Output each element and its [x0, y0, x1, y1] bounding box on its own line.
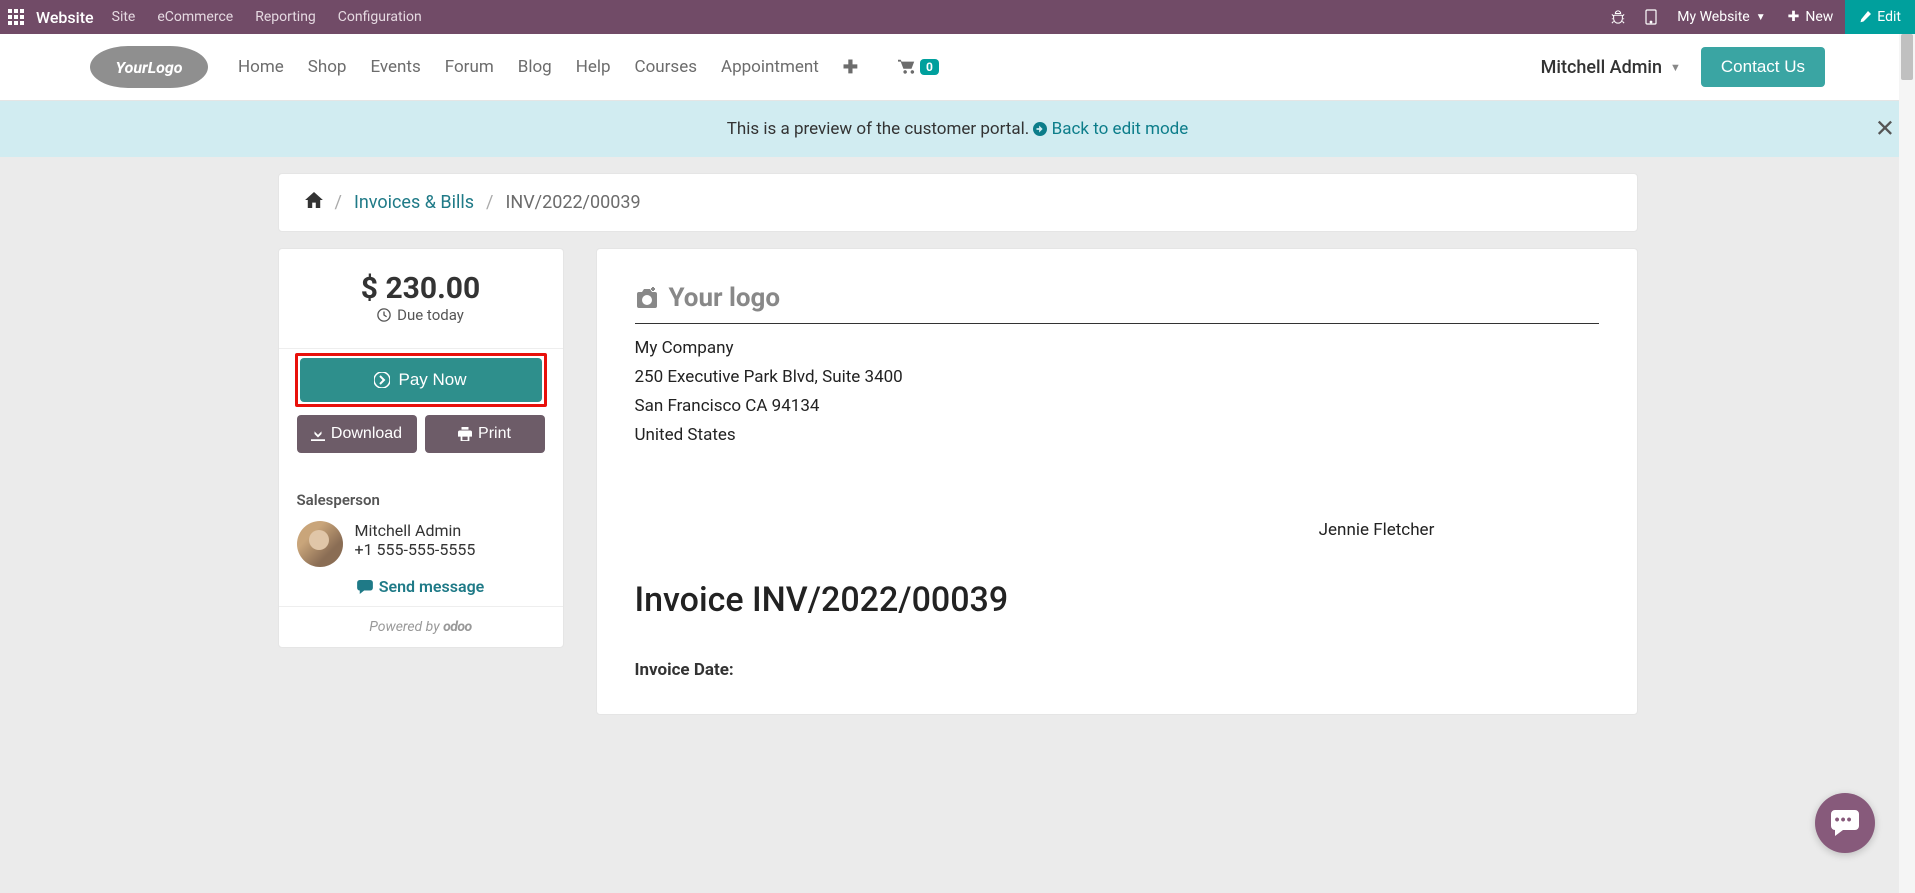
- menu-configuration[interactable]: Configuration: [338, 9, 422, 25]
- amount-value: $ 230.00: [297, 271, 545, 306]
- speech-bubble-icon: [1831, 810, 1859, 836]
- print-icon: [458, 427, 472, 441]
- topbar-menu: Site eCommerce Reporting Configuration: [112, 9, 422, 25]
- arrow-right-icon: [1033, 122, 1047, 136]
- close-banner-button[interactable]: ✕: [1875, 115, 1895, 144]
- breadcrumb-invoices[interactable]: Invoices & Bills: [354, 192, 474, 213]
- back-to-edit-link[interactable]: Back to edit mode: [1033, 119, 1188, 139]
- customer-name: Jennie Fletcher: [1155, 520, 1599, 540]
- preview-banner: This is a preview of the customer portal…: [0, 101, 1915, 157]
- cart-icon: [898, 59, 916, 75]
- nav-events[interactable]: Events: [370, 57, 420, 77]
- clock-icon: [377, 308, 391, 322]
- salesperson-label: Salesperson: [297, 491, 545, 509]
- app-topbar: Website Site eCommerce Reporting Configu…: [0, 0, 1915, 34]
- avatar: [297, 521, 343, 567]
- download-label: Download: [331, 425, 402, 443]
- send-message-link[interactable]: Send message: [297, 577, 545, 596]
- print-button[interactable]: Print: [425, 415, 545, 453]
- send-message-label: Send message: [379, 577, 485, 596]
- breadcrumb-current: INV/2022/00039: [505, 192, 640, 213]
- download-button[interactable]: Download: [297, 415, 417, 453]
- site-nav: Home Shop Events Forum Blog Help Courses…: [238, 57, 858, 78]
- nav-home[interactable]: Home: [238, 57, 284, 77]
- chat-fab[interactable]: [1815, 793, 1875, 853]
- caret-down-icon: ▼: [1670, 61, 1681, 74]
- preview-text: This is a preview of the customer portal…: [727, 119, 1034, 139]
- company-address: My Company 250 Executive Park Blvd, Suit…: [635, 334, 1599, 450]
- breadcrumb-sep: /: [335, 192, 342, 213]
- site-header: YourLogo Home Shop Events Forum Blog Hel…: [0, 34, 1915, 101]
- pay-now-label: Pay Now: [398, 370, 466, 390]
- back-to-edit-label: Back to edit mode: [1052, 119, 1189, 139]
- edit-label: Edit: [1877, 9, 1901, 25]
- nav-help[interactable]: Help: [576, 57, 611, 77]
- apps-icon[interactable]: [8, 9, 24, 25]
- new-label: New: [1805, 9, 1833, 25]
- contact-us-button[interactable]: Contact Us: [1701, 47, 1825, 87]
- pencil-icon: [1859, 11, 1871, 23]
- salesperson-name: Mitchell Admin: [355, 521, 476, 540]
- bug-icon[interactable]: [1601, 0, 1635, 34]
- nav-add-icon[interactable]: ✚: [843, 57, 858, 78]
- pay-now-button[interactable]: Pay Now: [300, 358, 542, 402]
- company-city: San Francisco CA 94134: [635, 392, 1599, 421]
- nav-courses[interactable]: Courses: [635, 57, 697, 77]
- new-button[interactable]: ✚ New: [1776, 9, 1846, 25]
- app-brand[interactable]: Website: [36, 8, 94, 27]
- my-website-label: My Website: [1677, 9, 1749, 25]
- breadcrumb: / Invoices & Bills / INV/2022/00039: [278, 173, 1638, 232]
- camera-icon: [635, 287, 659, 309]
- invoice-logo-text: Your logo: [669, 283, 781, 313]
- invoice-date-label: Invoice Date:: [635, 660, 1599, 680]
- scrollbar-thumb[interactable]: [1901, 34, 1913, 80]
- odoo-brand: odoo: [443, 619, 472, 635]
- breadcrumb-sep: /: [486, 192, 493, 213]
- home-icon[interactable]: [305, 192, 323, 213]
- caret-down-icon: ▼: [1756, 12, 1766, 23]
- nav-appointment[interactable]: Appointment: [721, 57, 819, 77]
- plus-icon: ✚: [1788, 9, 1800, 25]
- invoice-title: Invoice INV/2022/00039: [635, 580, 1599, 620]
- mobile-icon[interactable]: [1635, 0, 1667, 34]
- cart-button[interactable]: 0: [898, 59, 939, 75]
- print-label: Print: [478, 425, 511, 443]
- download-icon: [311, 427, 325, 441]
- chat-icon: [357, 580, 373, 594]
- edit-button[interactable]: Edit: [1845, 0, 1915, 34]
- my-website-dropdown[interactable]: My Website ▼: [1667, 9, 1775, 25]
- site-logo[interactable]: YourLogo: [90, 46, 208, 88]
- company-name: My Company: [635, 334, 1599, 363]
- pay-now-highlight: Pay Now: [295, 353, 547, 407]
- cart-count: 0: [920, 59, 939, 75]
- user-name: Mitchell Admin: [1541, 57, 1662, 78]
- menu-ecommerce[interactable]: eCommerce: [157, 9, 233, 25]
- arrow-circle-right-icon: [374, 372, 390, 388]
- powered-by: Powered by odoo: [279, 606, 563, 647]
- nav-shop[interactable]: Shop: [308, 57, 347, 77]
- salesperson-phone: +1 555-555-5555: [355, 540, 476, 559]
- invoice-sidebar: $ 230.00 Due today Pay Now Download: [278, 248, 564, 648]
- nav-blog[interactable]: Blog: [518, 57, 552, 77]
- user-menu[interactable]: Mitchell Admin ▼: [1541, 57, 1681, 78]
- menu-site[interactable]: Site: [112, 9, 136, 25]
- nav-forum[interactable]: Forum: [445, 57, 494, 77]
- menu-reporting[interactable]: Reporting: [255, 9, 316, 25]
- scrollbar[interactable]: [1899, 34, 1915, 893]
- invoice-document: Your logo My Company 250 Executive Park …: [596, 248, 1638, 715]
- company-street: 250 Executive Park Blvd, Suite 3400: [635, 363, 1599, 392]
- company-country: United States: [635, 421, 1599, 450]
- invoice-logo-placeholder[interactable]: Your logo: [635, 283, 1599, 324]
- due-label: Due today: [397, 306, 464, 324]
